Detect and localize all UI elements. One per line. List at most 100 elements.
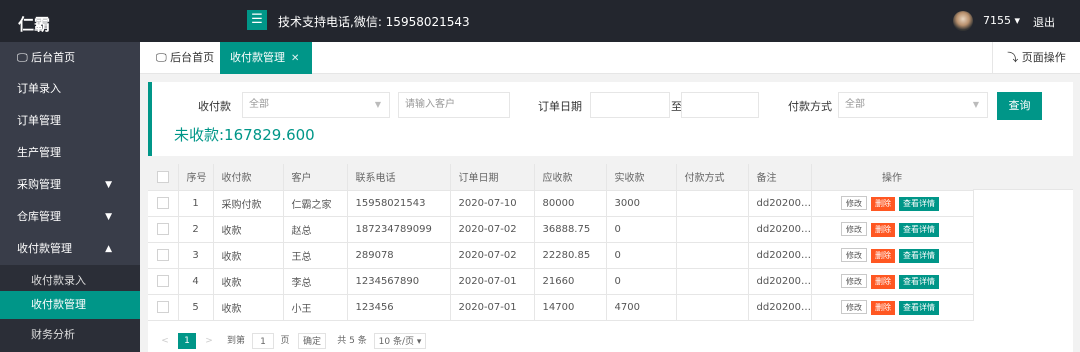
edit-button[interactable]: 修改 [841,221,867,236]
sidebar-item-order-management[interactable]: 订单管理 [0,105,140,137]
delete-button[interactable]: 删除 [871,248,895,263]
sidebar-item-label: 仓库管理 [17,210,61,223]
cell-date: 2020-07-10 [450,190,535,217]
table-row[interactable]: 4 收款 李总 1234567890 2020-07-01 21660 0 dd20200… 修… [148,268,974,295]
sidebar-item-finance-analysis[interactable]: 财务分析 [0,319,140,352]
sidebar-item-order-entry[interactable]: 订单录入 [0,73,140,105]
user-menu[interactable]: 7155 ▾ [983,14,1020,27]
sidebar-item-purchase[interactable]: 采购管理 ▼ [0,169,140,201]
row-checkbox[interactable] [148,294,179,321]
pay-method-label: 付款方式 [788,100,832,113]
col-header-method: 付款方式 [676,164,749,191]
sidebar-item-label: 采购管理 [17,178,61,191]
logout-link[interactable]: 退出 [1033,14,1055,30]
next-page-icon[interactable]: > [204,333,214,349]
cell-no: 3 [178,242,214,269]
sidebar-item-home[interactable]: 🖵 后台首页 [0,42,140,74]
date-label: 订单日期 [538,100,582,113]
sidebar-item-label: 收付款管理 [17,242,72,255]
search-button[interactable]: 查询 [997,92,1042,120]
cell-date: 2020-07-02 [450,216,535,243]
top-bar: 仁霸 ☰ 技术支持电话,微信: 15958021543 7155 ▾ 退出 [0,0,1080,42]
view-details-button[interactable]: 查看详情 [899,196,939,211]
brand-logo[interactable]: 仁霸 [18,11,50,35]
customer-input[interactable]: 请输入客户 [398,92,510,118]
type-select-value: 全部 [249,99,269,110]
row-checkbox[interactable] [148,242,179,269]
cell-phone: 187234789099 [347,216,451,243]
delete-button[interactable]: 删除 [871,222,895,237]
table-row[interactable]: 5 收款 小王 123456 2020-07-01 14700 4700 dd20200… 修改… [148,294,974,321]
col-header-phone: 联系电话 [347,164,451,191]
row-actions: 修改 删除 查看详情 [811,216,974,243]
sidebar-item-warehouse[interactable]: 仓库管理 ▼ [0,201,140,233]
type-select[interactable]: 全部 ▼ [242,92,390,118]
col-header-note: 备注 [748,164,812,191]
col-header-type: 收付款 [213,164,284,191]
cell-note: dd20200… [748,190,812,217]
checkbox-icon [156,170,169,183]
close-icon[interactable]: ✕ [291,53,299,64]
row-checkbox[interactable] [148,216,179,243]
cell-phone: 15958021543 [347,190,451,217]
table-row[interactable]: 2 收款 赵总 187234789099 2020-07-02 36888.75 0 dd20… [148,216,974,243]
view-details-button[interactable]: 查看详情 [899,222,939,237]
view-details-button[interactable]: 查看详情 [899,274,939,289]
tab-label: 收付款管理 [230,51,285,64]
cell-customer: 赵总 [283,216,348,243]
row-checkbox[interactable] [148,268,179,295]
date-start-input[interactable] [590,92,670,118]
edit-button[interactable]: 修改 [841,299,867,314]
filter-panel: 收付款 全部 ▼ 请输入客户 订单日期 至 付款方式 全部 ▼ 查询 未收款:167… [148,82,1073,156]
table-row[interactable]: 3 收款 王总 289078 2020-07-02 22280.85 0 dd20200… 修改… [148,242,974,269]
edit-button[interactable]: 修改 [841,247,867,262]
col-header-paid: 实收款 [606,164,677,191]
cell-date: 2020-07-01 [450,294,535,321]
col-header-actions: 操作 [811,164,974,191]
goto-confirm-button[interactable]: 确定 [298,333,326,349]
chevron-down-icon: ▼ [972,100,979,109]
cell-phone: 1234567890 [347,268,451,295]
delete-button[interactable]: 删除 [871,300,895,315]
sidebar: 🖵 后台首页 订单录入 订单管理 生产管理 采购管理 ▼ 仓库管理 ▼ 收付款管理 ▲… [0,42,140,352]
tab-home[interactable]: 🖵 后台首页 [146,42,224,74]
sidebar-item-label: 🖵 后台首页 [17,51,76,64]
goto-label: 到第 [226,336,245,346]
pay-method-value: 全部 [845,99,865,110]
cell-paid: 4700 [606,294,677,321]
tab-payment-management[interactable]: 收付款管理 ✕ [220,42,312,74]
cell-method [676,294,749,321]
pay-method-select[interactable]: 全部 ▼ [838,92,988,118]
sidebar-item-production[interactable]: 生产管理 [0,137,140,169]
row-actions: 修改 删除 查看详情 [811,268,974,295]
cell-type: 收款 [213,216,284,243]
menu-icon[interactable]: ☰ [247,10,267,30]
sidebar-item-payments[interactable]: 收付款管理 ▲ [0,233,140,265]
checkbox-icon [156,249,169,261]
delete-button[interactable]: 删除 [871,196,895,211]
table-row[interactable]: 1 采购付款 仁霸之家 15958021543 2020-07-10 80000 3000 d… [148,190,974,217]
avatar[interactable] [953,11,973,31]
sidebar-item-label: 收付款录入 [31,274,86,287]
select-all-checkbox[interactable] [148,164,179,191]
payments-table: 序号 收付款 客户 联系电话 订单日期 应收款 实收款 付款方式 备注 操作 1… [148,164,1073,352]
page-number-input[interactable]: 1 [252,333,274,349]
pagination: < 1 > 到第 1 页 确定 共 5 条 10 条/页 ▾ [148,328,1073,352]
cell-note: dd20200… [748,242,812,269]
checkbox-icon [156,197,169,209]
chevron-down-icon: ▼ [374,100,381,109]
page-size-select[interactable]: 10 条/页 ▾ [374,333,426,349]
cell-method [676,242,749,269]
prev-page-icon[interactable]: < [160,333,170,349]
edit-button[interactable]: 修改 [841,273,867,288]
sidebar-item-payment-management[interactable]: 收付款管理 [0,291,140,319]
delete-button[interactable]: 删除 [871,274,895,289]
view-details-button[interactable]: 查看详情 [899,248,939,263]
edit-button[interactable]: 修改 [841,195,867,210]
date-end-input[interactable] [681,92,759,118]
row-checkbox[interactable] [148,190,179,217]
page-operations-button[interactable]: ⤵ 页面操作 [992,42,1080,74]
page-1-button[interactable]: 1 [178,333,196,349]
view-details-button[interactable]: 查看详情 [899,300,939,315]
support-text: 技术支持电话,微信: 15958021543 [278,15,470,29]
